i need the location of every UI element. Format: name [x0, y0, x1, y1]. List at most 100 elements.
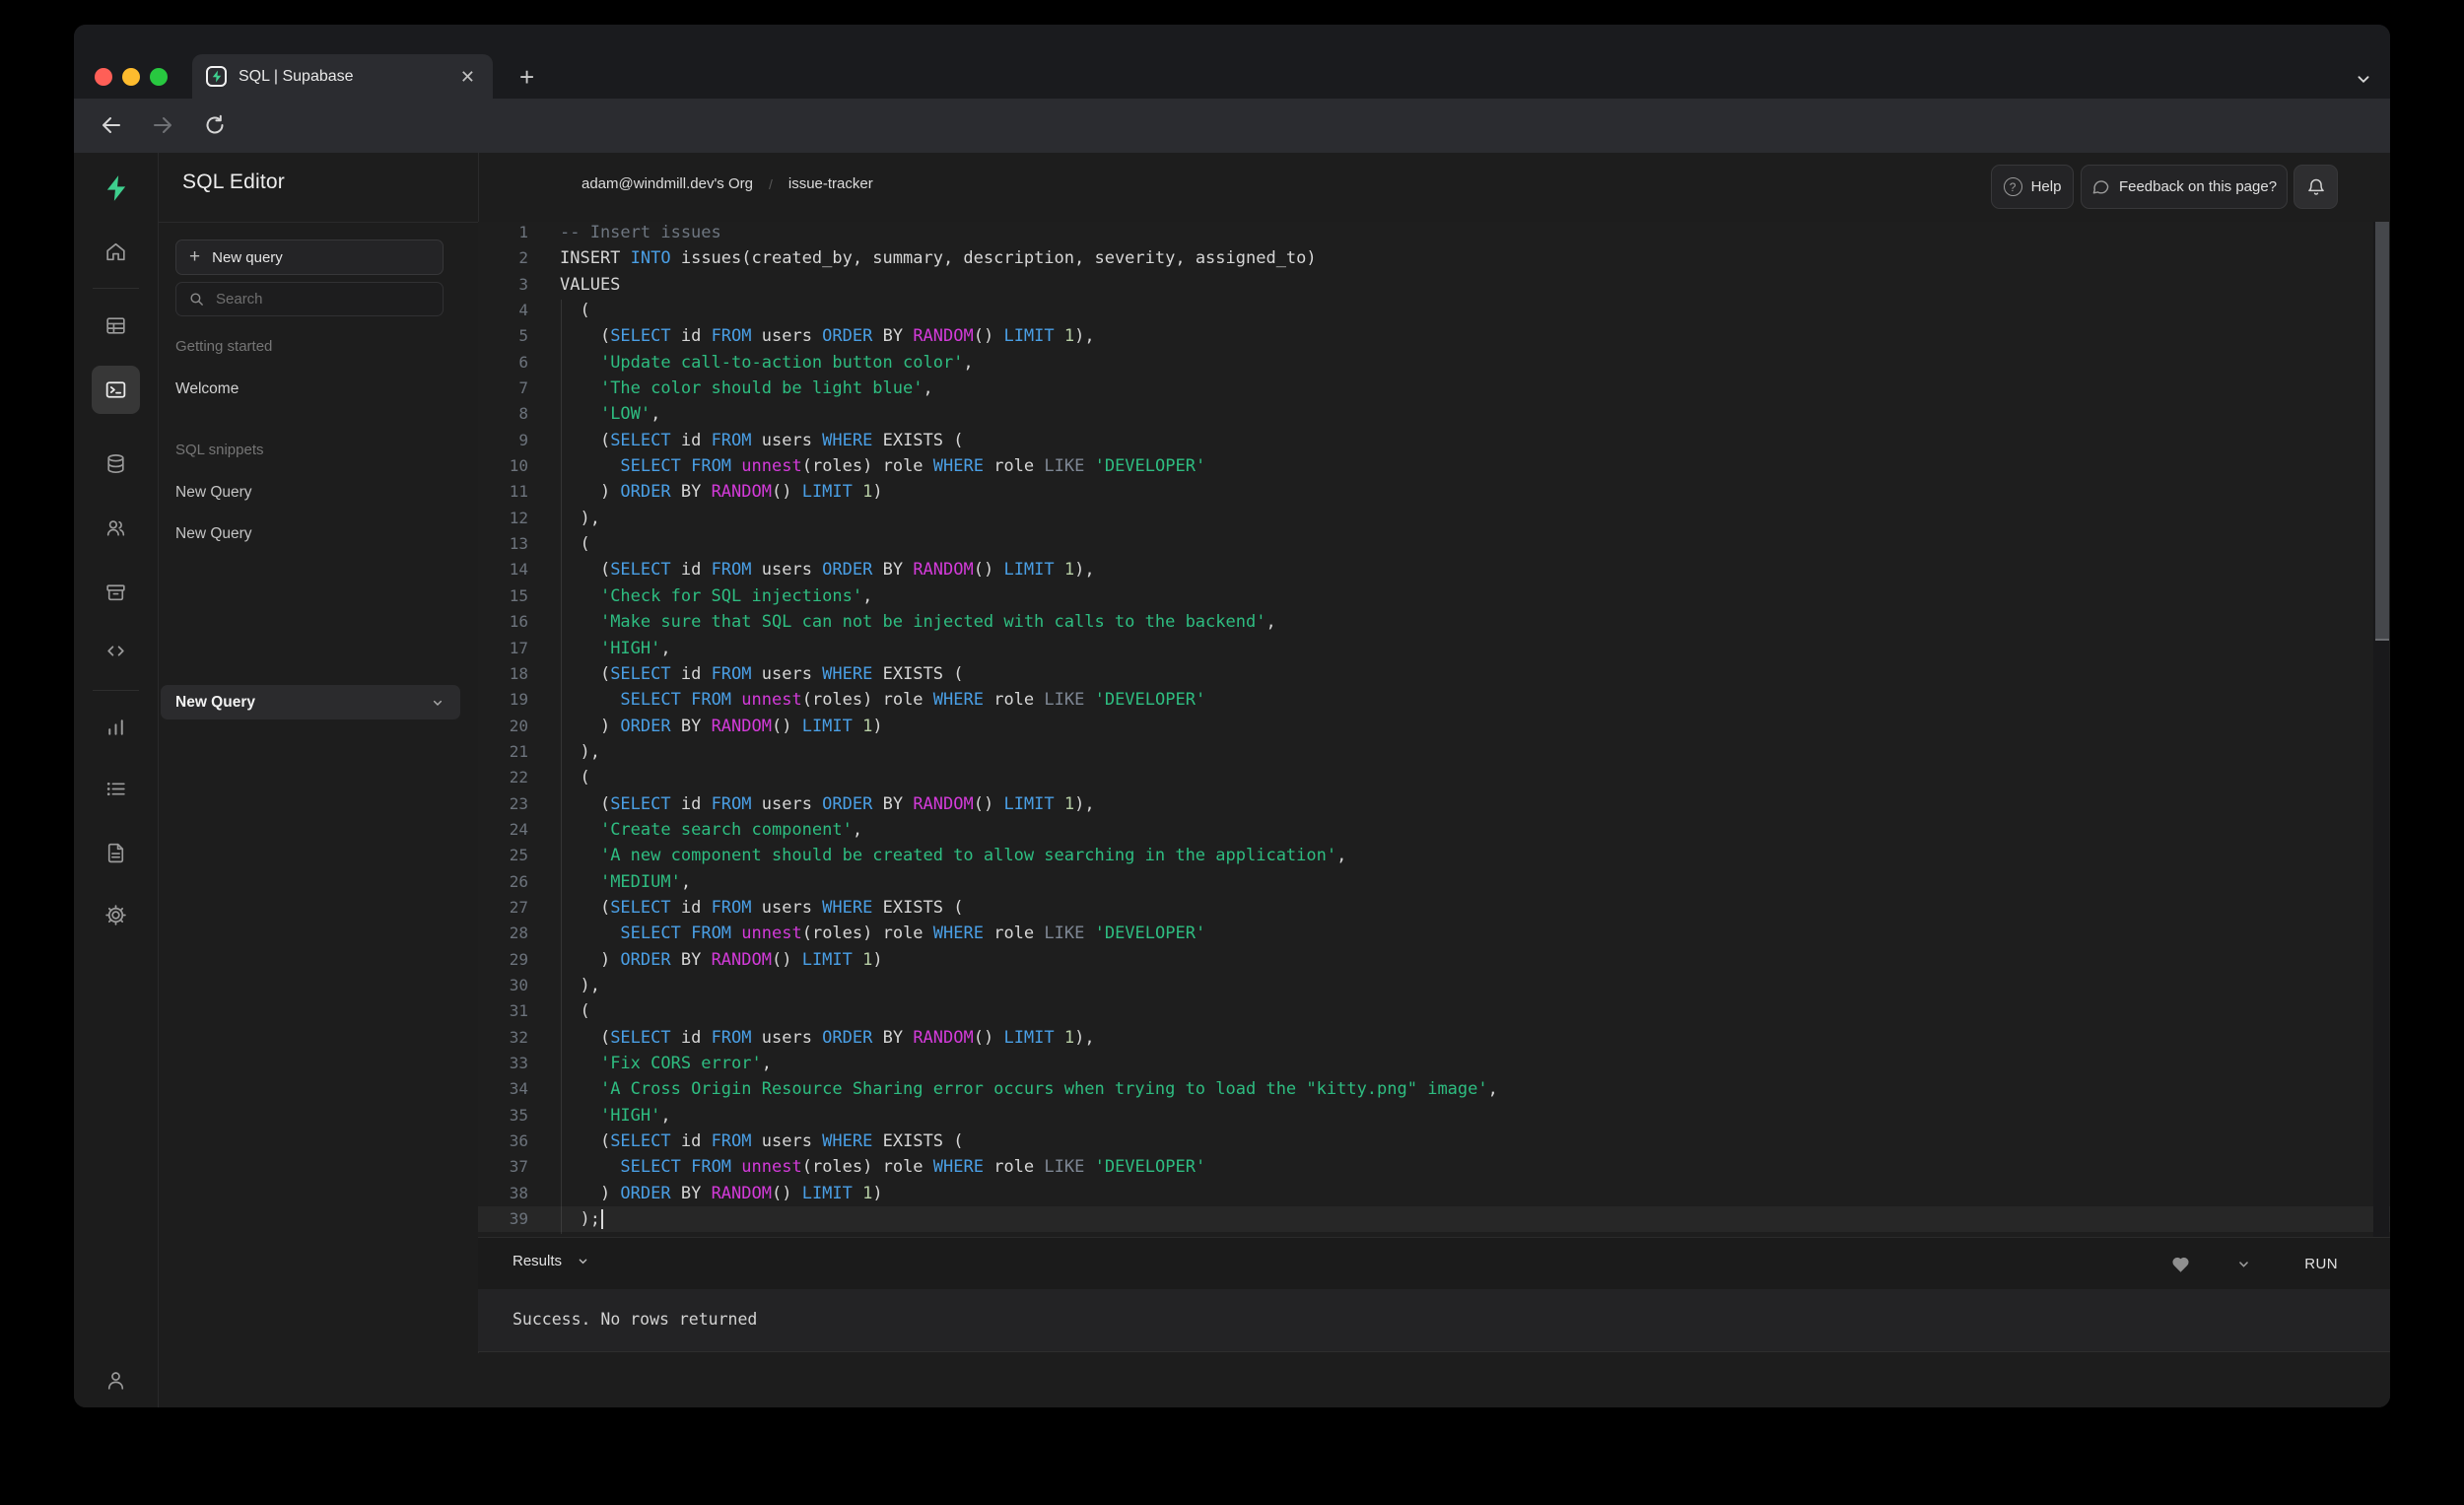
forward-button-icon[interactable] — [149, 111, 176, 139]
window-minimize-button[interactable] — [122, 68, 140, 86]
code-text: 'Update call-to-action button color', — [599, 352, 974, 373]
docs-icon[interactable] — [103, 841, 128, 865]
code-line[interactable]: 15 'Check for SQL injections', — [478, 583, 2390, 609]
table-editor-icon[interactable] — [103, 313, 128, 338]
code-line[interactable]: 22 ( — [478, 765, 2390, 790]
editor-scrollbar-thumb[interactable] — [2375, 222, 2389, 641]
code-line[interactable]: 25 'A new component should be created to… — [478, 843, 2390, 868]
code-line[interactable]: 31 ( — [478, 998, 2390, 1024]
code-editor[interactable]: 1 -- Insert issues 2 INSERT INTO issues(cre… — [478, 222, 2390, 1237]
run-button[interactable]: RUN — [2296, 1250, 2346, 1278]
code-line[interactable]: 5 (SELECT id FROM users ORDER BY RANDOM(… — [478, 323, 2390, 349]
home-icon[interactable] — [103, 239, 128, 264]
tab-search-chevron-icon[interactable] — [2353, 68, 2374, 90]
database-icon[interactable] — [103, 451, 128, 476]
results-dropdown[interactable]: Results — [513, 1253, 590, 1269]
code-line[interactable]: 19 SELECT FROM unnest(roles) role WHERE … — [478, 687, 2390, 713]
storage-icon[interactable] — [103, 580, 128, 604]
tab-close-icon[interactable]: ✕ — [456, 66, 479, 88]
code-line[interactable]: 33 'Fix CORS error', — [478, 1051, 2390, 1076]
code-line[interactable]: 36 (SELECT id FROM users WHERE EXISTS ( — [478, 1129, 2390, 1154]
nav-rail — [74, 153, 158, 1407]
code-line[interactable]: 32 (SELECT id FROM users ORDER BY RANDOM… — [478, 1025, 2390, 1051]
line-number: 12 — [509, 508, 528, 527]
code-line[interactable]: 21 ), — [478, 739, 2390, 765]
code-text: (SELECT id FROM users ORDER BY RANDOM() … — [560, 793, 1095, 814]
code-line[interactable]: 27 (SELECT id FROM users WHERE EXISTS ( — [478, 895, 2390, 921]
code-line[interactable]: 29 ) ORDER BY RANDOM() LIMIT 1) — [478, 947, 2390, 973]
code-line[interactable]: 14 (SELECT id FROM users ORDER BY RANDOM… — [478, 557, 2390, 582]
api-code-icon[interactable] — [103, 639, 128, 663]
code-line[interactable]: 11 ) ORDER BY RANDOM() LIMIT 1) — [478, 479, 2390, 505]
breadcrumb-project[interactable]: issue-tracker — [788, 175, 873, 192]
code-line[interactable]: 30 ), — [478, 973, 2390, 998]
code-line[interactable]: 1 -- Insert issues — [478, 222, 2390, 245]
browser-tab[interactable]: SQL | Supabase ✕ — [192, 54, 493, 99]
code-line[interactable]: 38 ) ORDER BY RANDOM() LIMIT 1) — [478, 1181, 2390, 1206]
new-query-button[interactable]: + New query — [175, 239, 444, 275]
line-number: 33 — [509, 1054, 528, 1072]
results-area — [478, 1353, 2390, 1407]
code-line[interactable]: 13 ( — [478, 531, 2390, 557]
account-user-icon[interactable] — [103, 1368, 128, 1393]
new-tab-button[interactable]: + — [519, 62, 534, 93]
search-input[interactable] — [216, 291, 393, 308]
code-line[interactable]: 28 SELECT FROM unnest(roles) role WHERE … — [478, 921, 2390, 946]
code-line[interactable]: 6 'Update call-to-action button color', — [478, 350, 2390, 376]
sidebar-item-snippet[interactable]: New Query — [175, 525, 252, 543]
code-line[interactable]: 2 INSERT INTO issues(created_by, summary,… — [478, 245, 2390, 271]
code-text: ); — [560, 1206, 603, 1232]
code-line[interactable]: 3 VALUES — [478, 272, 2390, 298]
settings-gear-icon[interactable] — [103, 903, 128, 927]
code-line[interactable]: 24 'Create search component', — [478, 817, 2390, 843]
sidebar-item-snippet[interactable]: New Query — [175, 484, 252, 502]
code-line[interactable]: 37 SELECT FROM unnest(roles) role WHERE … — [478, 1154, 2390, 1180]
auth-users-icon[interactable] — [103, 515, 128, 540]
logs-icon[interactable] — [103, 777, 128, 801]
chevron-down-icon[interactable] — [430, 695, 445, 711]
section-getting-started: Getting started — [175, 338, 273, 355]
window-zoom-button[interactable] — [150, 68, 168, 86]
code-line[interactable]: 35 'HIGH', — [478, 1103, 2390, 1129]
supabase-logo-icon[interactable] — [103, 174, 129, 202]
code-line[interactable]: 34 'A Cross Origin Resource Sharing erro… — [478, 1076, 2390, 1102]
code-line[interactable]: 18 (SELECT id FROM users WHERE EXISTS ( — [478, 661, 2390, 687]
line-number: 9 — [518, 430, 528, 449]
run-options-chevron-icon[interactable] — [2235, 1256, 2252, 1272]
code-line[interactable]: 17 'HIGH', — [478, 636, 2390, 661]
code-line[interactable]: 39 ); — [478, 1206, 2390, 1233]
feedback-button[interactable]: Feedback on this page? — [2081, 165, 2288, 209]
snippet-search[interactable] — [175, 282, 444, 316]
results-message-row: Success. No rows returned — [478, 1289, 2390, 1352]
back-button-icon[interactable] — [98, 111, 125, 139]
code-line[interactable]: 23 (SELECT id FROM users ORDER BY RANDOM… — [478, 791, 2390, 817]
line-number: 36 — [509, 1131, 528, 1151]
code-text: (SELECT id FROM users WHERE EXISTS ( — [560, 663, 964, 684]
window-close-button[interactable] — [95, 68, 112, 86]
line-number: 8 — [518, 404, 528, 424]
code-line[interactable]: 4 ( — [478, 298, 2390, 323]
reports-icon[interactable] — [103, 715, 128, 739]
reload-button-icon[interactable] — [201, 111, 229, 139]
code-text: ), — [560, 508, 600, 528]
line-number: 24 — [509, 819, 528, 839]
line-number: 27 — [509, 897, 528, 917]
search-icon — [188, 291, 205, 308]
code-line[interactable]: 16 'Make sure that SQL can not be inject… — [478, 609, 2390, 635]
sql-editor-icon[interactable] — [103, 377, 128, 402]
code-line[interactable]: 26 'MEDIUM', — [478, 869, 2390, 895]
code-line[interactable]: 8 'LOW', — [478, 401, 2390, 427]
section-sql-snippets: SQL snippets — [175, 442, 264, 458]
breadcrumb-org[interactable]: adam@windmill.dev's Org — [582, 175, 753, 192]
favorite-heart-icon[interactable] — [2170, 1255, 2191, 1273]
code-line[interactable]: 7 'The color should be light blue', — [478, 376, 2390, 401]
editor-scrollbar[interactable] — [2373, 222, 2389, 1237]
code-line[interactable]: 20 ) ORDER BY RANDOM() LIMIT 1) — [478, 714, 2390, 739]
help-button[interactable]: ? Help — [1991, 165, 2074, 209]
code-line[interactable]: 10 SELECT FROM unnest(roles) role WHERE … — [478, 453, 2390, 479]
code-line[interactable]: 12 ), — [478, 506, 2390, 531]
notifications-button[interactable] — [2293, 165, 2338, 209]
sidebar-item-snippet-active[interactable]: New Query — [161, 685, 460, 719]
sidebar-item-welcome[interactable]: Welcome — [175, 380, 239, 398]
code-line[interactable]: 9 (SELECT id FROM users WHERE EXISTS ( — [478, 428, 2390, 453]
